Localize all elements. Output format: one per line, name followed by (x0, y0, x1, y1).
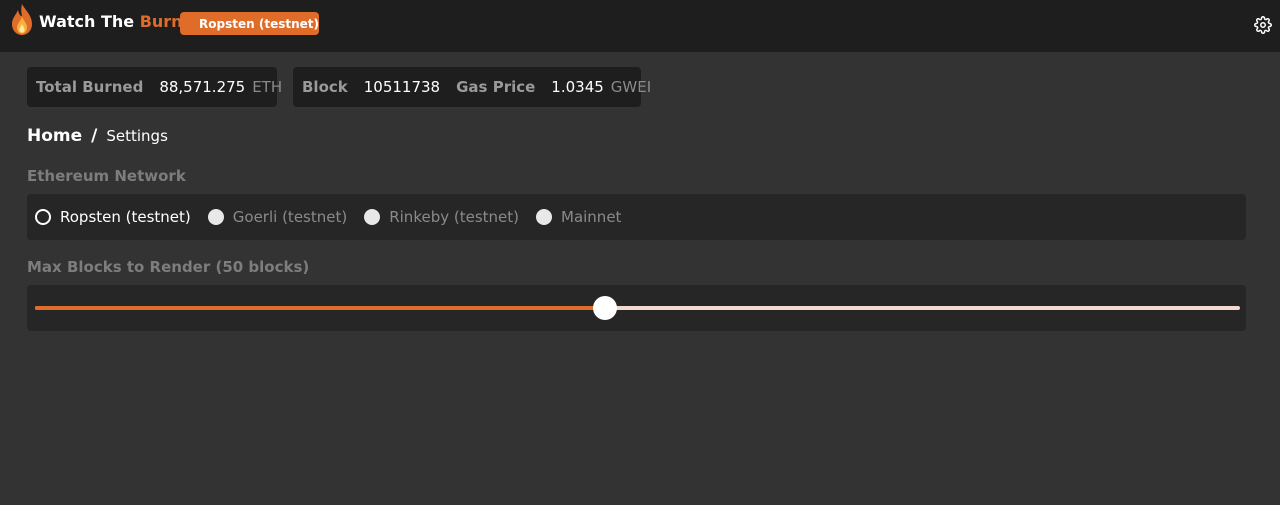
app-title[interactable]: Watch The Burn (39, 12, 183, 31)
network-radio-group: Ropsten (testnet) Goerli (testnet) Rinke… (27, 194, 1246, 240)
radio-button[interactable] (35, 209, 51, 225)
total-burned-label: Total Burned (36, 78, 144, 96)
slider-fill (35, 306, 605, 310)
gear-icon[interactable] (1254, 16, 1272, 34)
slider-track[interactable] (35, 306, 1240, 310)
max-blocks-label: Max Blocks to Render (50 blocks) (27, 258, 310, 276)
total-burned-value: 88,571.275 (159, 78, 246, 96)
radio-option-mainnet[interactable]: Mainnet (536, 208, 621, 226)
radio-label: Goerli (testnet) (232, 208, 348, 226)
radio-button[interactable] (536, 209, 552, 225)
total-burned-card: Total Burned 88,571.275 ETH (27, 67, 282, 107)
app-title-accent: Burn (139, 12, 183, 31)
network-badge-label: Ropsten (testnet) (199, 16, 319, 31)
gas-price-label: Gas Price (456, 78, 536, 96)
radio-option-rinkeby[interactable]: Rinkeby (testnet) (364, 208, 519, 226)
max-blocks-slider[interactable] (27, 285, 1246, 331)
total-burned-unit: ETH (252, 78, 283, 96)
gas-price-value: 1.0345 (551, 78, 604, 96)
radio-option-ropsten[interactable]: Ropsten (testnet) (35, 208, 191, 226)
app-title-main: Watch The (39, 12, 140, 31)
breadcrumb-separator: / (91, 126, 98, 146)
gas-price-unit: GWEI (610, 78, 652, 96)
slider-thumb[interactable] (592, 296, 617, 320)
radio-button[interactable] (207, 209, 224, 225)
breadcrumb-home[interactable]: Home (27, 126, 82, 146)
block-value: 10511738 (363, 78, 441, 96)
radio-button[interactable] (364, 209, 381, 225)
breadcrumb: Home / Settings (27, 126, 168, 146)
block-gas-card: Block 10511738 Gas Price 1.0345 GWEI (293, 67, 651, 107)
breadcrumb-current: Settings (106, 127, 168, 145)
network-badge[interactable]: Ropsten (testnet) (180, 12, 319, 35)
radio-label: Ropsten (testnet) (60, 208, 191, 226)
flame-icon (12, 4, 32, 35)
radio-option-goerli[interactable]: Goerli (testnet) (207, 208, 348, 226)
block-label: Block (302, 78, 348, 96)
radio-label: Mainnet (561, 208, 622, 226)
network-section-label: Ethereum Network (27, 167, 186, 185)
top-bar: Watch The Burn Ropsten (testnet) (0, 0, 1280, 52)
radio-label: Rinkeby (testnet) (389, 208, 519, 226)
